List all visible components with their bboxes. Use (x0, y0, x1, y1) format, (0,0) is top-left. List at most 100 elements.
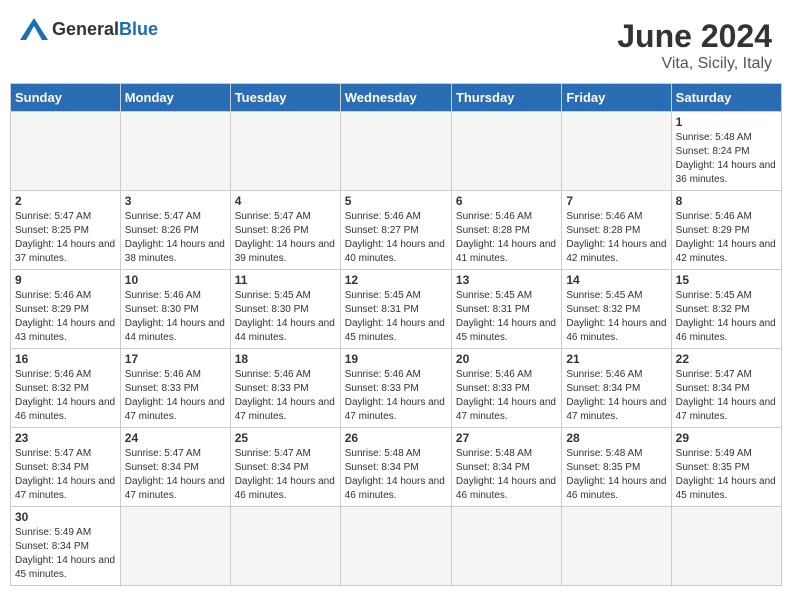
calendar-day-cell: 7 Sunrise: 5:46 AM Sunset: 8:28 PM Daylig… (562, 191, 671, 270)
day-info: Sunrise: 5:46 AM Sunset: 8:32 PM Dayligh… (15, 368, 116, 424)
calendar-day-cell (451, 112, 561, 191)
day-number: 23 (15, 431, 116, 445)
header: GeneralBlue June 2024 Vita, Sicily, Ital… (10, 10, 782, 79)
calendar-day-cell: 30Sunrise: 5:49 AM Sunset: 8:34 PM Dayli… (11, 507, 121, 586)
calendar-day-cell: 4 Sunrise: 5:47 AM Sunset: 8:26 PM Daylig… (230, 191, 340, 270)
calendar-day-cell: 20 Sunrise: 5:46 AM Sunset: 8:33 PM Dayli… (451, 349, 561, 428)
calendar-day-cell: 14 Sunrise: 5:45 AM Sunset: 8:32 PM Dayli… (562, 270, 671, 349)
day-info: Sunrise: 5:47 AM Sunset: 8:34 PM Dayligh… (676, 368, 777, 424)
calendar-day-cell: 17Sunrise: 5:46 AM Sunset: 8:33 PM Dayli… (120, 349, 230, 428)
calendar-week-row: 23 Sunrise: 5:47 AM Sunset: 8:34 PM Dayli… (11, 428, 782, 507)
day-number: 20 (456, 352, 557, 366)
day-number: 24 (125, 431, 226, 445)
calendar-header-tuesday: Tuesday (230, 84, 340, 112)
calendar-day-cell: 16Sunrise: 5:46 AM Sunset: 8:32 PM Dayli… (11, 349, 121, 428)
day-info: Sunrise: 5:49 AM Sunset: 8:35 PM Dayligh… (676, 447, 777, 503)
calendar-day-cell (340, 112, 451, 191)
day-info: Sunrise: 5:45 AM Sunset: 8:30 PM Dayligh… (235, 289, 336, 345)
day-number: 21 (566, 352, 666, 366)
calendar-header-wednesday: Wednesday (340, 84, 451, 112)
day-info: Sunrise: 5:47 AM Sunset: 8:25 PM Dayligh… (15, 210, 116, 266)
calendar-day-cell: 8 Sunrise: 5:46 AM Sunset: 8:29 PM Daylig… (671, 191, 781, 270)
day-number: 30 (15, 510, 116, 524)
calendar-day-cell: 26Sunrise: 5:48 AM Sunset: 8:34 PM Dayli… (340, 428, 451, 507)
day-number: 1 (676, 115, 777, 129)
calendar-day-cell: 5 Sunrise: 5:46 AM Sunset: 8:27 PM Daylig… (340, 191, 451, 270)
day-number: 7 (566, 194, 666, 208)
day-info: Sunrise: 5:46 AM Sunset: 8:28 PM Dayligh… (566, 210, 666, 266)
day-number: 5 (345, 194, 447, 208)
day-info: Sunrise: 5:46 AM Sunset: 8:33 PM Dayligh… (345, 368, 447, 424)
day-number: 9 (15, 273, 116, 287)
calendar-header-monday: Monday (120, 84, 230, 112)
day-info: Sunrise: 5:45 AM Sunset: 8:31 PM Dayligh… (345, 289, 447, 345)
calendar-week-row: 2 Sunrise: 5:47 AM Sunset: 8:25 PM Daylig… (11, 191, 782, 270)
calendar-day-cell: 12 Sunrise: 5:45 AM Sunset: 8:31 PM Dayli… (340, 270, 451, 349)
calendar-day-cell: 28Sunrise: 5:48 AM Sunset: 8:35 PM Dayli… (562, 428, 671, 507)
title-area: June 2024 Vita, Sicily, Italy (617, 18, 772, 73)
day-info: Sunrise: 5:45 AM Sunset: 8:32 PM Dayligh… (566, 289, 666, 345)
day-number: 18 (235, 352, 336, 366)
day-number: 19 (345, 352, 447, 366)
calendar-day-cell: 13 Sunrise: 5:45 AM Sunset: 8:31 PM Dayli… (451, 270, 561, 349)
logo-icon (20, 18, 48, 40)
day-info: Sunrise: 5:47 AM Sunset: 8:26 PM Dayligh… (235, 210, 336, 266)
calendar-day-cell (11, 112, 121, 191)
day-info: Sunrise: 5:46 AM Sunset: 8:27 PM Dayligh… (345, 210, 447, 266)
day-info: Sunrise: 5:47 AM Sunset: 8:26 PM Dayligh… (125, 210, 226, 266)
calendar-day-cell: 3 Sunrise: 5:47 AM Sunset: 8:26 PM Daylig… (120, 191, 230, 270)
calendar-day-cell: 1 Sunrise: 5:48 AM Sunset: 8:24 PM Daylig… (671, 112, 781, 191)
calendar-table: SundayMondayTuesdayWednesdayThursdayFrid… (10, 83, 782, 586)
day-info: Sunrise: 5:45 AM Sunset: 8:32 PM Dayligh… (676, 289, 777, 345)
calendar-header-friday: Friday (562, 84, 671, 112)
day-info: Sunrise: 5:46 AM Sunset: 8:30 PM Dayligh… (125, 289, 226, 345)
day-number: 2 (15, 194, 116, 208)
calendar-day-cell (340, 507, 451, 586)
day-info: Sunrise: 5:45 AM Sunset: 8:31 PM Dayligh… (456, 289, 557, 345)
calendar-day-cell: 15Sunrise: 5:45 AM Sunset: 8:32 PM Dayli… (671, 270, 781, 349)
day-info: Sunrise: 5:46 AM Sunset: 8:34 PM Dayligh… (566, 368, 666, 424)
logo-blue-text: Blue (119, 19, 158, 39)
calendar-week-row: 30Sunrise: 5:49 AM Sunset: 8:34 PM Dayli… (11, 507, 782, 586)
calendar-header-sunday: Sunday (11, 84, 121, 112)
day-number: 14 (566, 273, 666, 287)
calendar-header-row: SundayMondayTuesdayWednesdayThursdayFrid… (11, 84, 782, 112)
calendar-day-cell: 27 Sunrise: 5:48 AM Sunset: 8:34 PM Dayli… (451, 428, 561, 507)
day-number: 12 (345, 273, 447, 287)
calendar-day-cell (120, 112, 230, 191)
day-number: 25 (235, 431, 336, 445)
calendar-week-row: 1 Sunrise: 5:48 AM Sunset: 8:24 PM Daylig… (11, 112, 782, 191)
calendar-day-cell: 22 Sunrise: 5:47 AM Sunset: 8:34 PM Dayli… (671, 349, 781, 428)
calendar-day-cell: 21 Sunrise: 5:46 AM Sunset: 8:34 PM Dayli… (562, 349, 671, 428)
day-info: Sunrise: 5:46 AM Sunset: 8:29 PM Dayligh… (15, 289, 116, 345)
day-number: 3 (125, 194, 226, 208)
calendar-header-saturday: Saturday (671, 84, 781, 112)
calendar-day-cell: 18 Sunrise: 5:46 AM Sunset: 8:33 PM Dayli… (230, 349, 340, 428)
calendar-day-cell: 2 Sunrise: 5:47 AM Sunset: 8:25 PM Daylig… (11, 191, 121, 270)
day-info: Sunrise: 5:48 AM Sunset: 8:34 PM Dayligh… (456, 447, 557, 503)
day-number: 6 (456, 194, 557, 208)
calendar-day-cell (671, 507, 781, 586)
day-info: Sunrise: 5:46 AM Sunset: 8:33 PM Dayligh… (456, 368, 557, 424)
calendar-day-cell: 25 Sunrise: 5:47 AM Sunset: 8:34 PM Dayli… (230, 428, 340, 507)
day-info: Sunrise: 5:46 AM Sunset: 8:33 PM Dayligh… (235, 368, 336, 424)
day-number: 22 (676, 352, 777, 366)
day-number: 26 (345, 431, 447, 445)
day-info: Sunrise: 5:48 AM Sunset: 8:24 PM Dayligh… (676, 131, 777, 187)
day-number: 28 (566, 431, 666, 445)
calendar-day-cell: 24Sunrise: 5:47 AM Sunset: 8:34 PM Dayli… (120, 428, 230, 507)
calendar-header-thursday: Thursday (451, 84, 561, 112)
day-number: 4 (235, 194, 336, 208)
calendar-day-cell: 19 Sunrise: 5:46 AM Sunset: 8:33 PM Dayli… (340, 349, 451, 428)
day-info: Sunrise: 5:46 AM Sunset: 8:29 PM Dayligh… (676, 210, 777, 266)
calendar-subtitle: Vita, Sicily, Italy (617, 55, 772, 73)
day-number: 13 (456, 273, 557, 287)
day-number: 27 (456, 431, 557, 445)
day-number: 8 (676, 194, 777, 208)
day-info: Sunrise: 5:47 AM Sunset: 8:34 PM Dayligh… (235, 447, 336, 503)
day-info: Sunrise: 5:47 AM Sunset: 8:34 PM Dayligh… (15, 447, 116, 503)
calendar-day-cell: 11Sunrise: 5:45 AM Sunset: 8:30 PM Dayli… (230, 270, 340, 349)
calendar-day-cell: 29Sunrise: 5:49 AM Sunset: 8:35 PM Dayli… (671, 428, 781, 507)
calendar-day-cell (451, 507, 561, 586)
day-number: 10 (125, 273, 226, 287)
